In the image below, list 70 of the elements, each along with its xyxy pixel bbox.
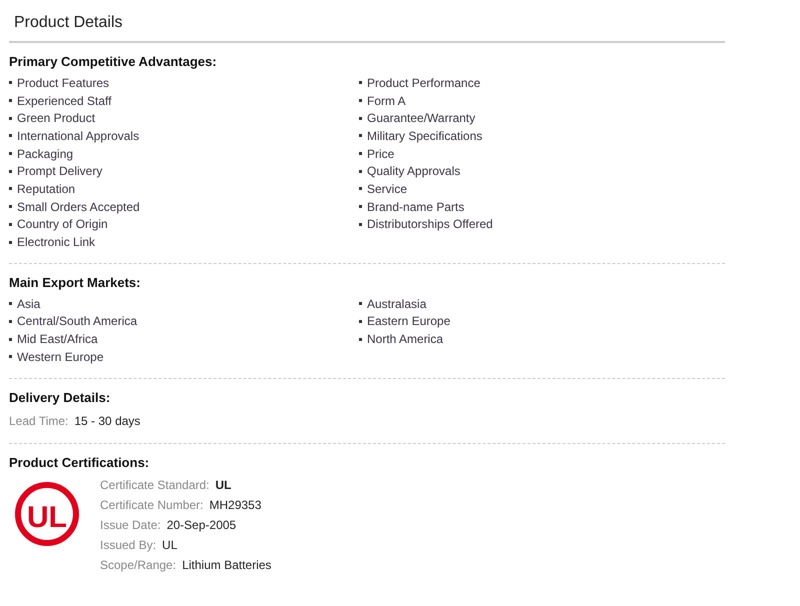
field-label: Issued By: — [100, 538, 156, 552]
field-label: Lead Time: — [9, 414, 68, 428]
bullet-icon — [9, 320, 12, 323]
bullet-icon — [9, 355, 12, 358]
bullet-icon — [9, 116, 12, 120]
bullet-icon — [9, 81, 12, 84]
section-heading: Main Export Markets: — [9, 274, 142, 290]
field-value: 20-Sep-2005 — [166, 518, 236, 532]
bullet-icon — [9, 99, 12, 102]
list-item: Small Orders Accepted — [17, 200, 140, 214]
bullet-icon — [359, 116, 362, 120]
bullet-icon — [359, 302, 362, 306]
bullet-icon — [359, 134, 362, 138]
list-item: North America — [367, 332, 444, 346]
field-value: UL — [162, 538, 178, 552]
list-item: Australasia — [367, 296, 426, 311]
bullet-icon — [9, 205, 12, 208]
list-item: Asia — [17, 296, 40, 311]
list-item: Mid East/Africa — [17, 332, 98, 346]
field-label: Certificate Number: — [100, 498, 204, 512]
list-item: Reputation — [17, 182, 76, 196]
bullet-icon — [9, 134, 12, 138]
page-title: Product Details — [9, 10, 725, 43]
list-item: Military Specifications — [367, 128, 482, 143]
bullet-icon — [359, 99, 362, 102]
list-item: Western Europe — [17, 350, 104, 364]
list-item: International Approvals — [17, 128, 140, 143]
list-item: Electronic Link — [17, 235, 96, 250]
certification-logo: UL — [14, 480, 80, 547]
list-item: Price — [367, 146, 394, 161]
list-item: Product Performance — [367, 76, 480, 90]
bullet-icon — [9, 222, 12, 226]
list-item: Green Product — [17, 111, 96, 126]
list-item: Country of Origin — [17, 217, 108, 232]
bullet-icon — [359, 170, 362, 173]
list-item: Brand-name Parts — [367, 200, 464, 214]
field-value: Lithium Batteries — [182, 558, 272, 572]
bullet-icon — [9, 302, 12, 306]
list-item: Guarantee/Warranty — [367, 111, 476, 126]
list-item: Service — [367, 182, 408, 196]
list-item: Form A — [367, 94, 406, 108]
list-item: Distributorships Offered — [367, 217, 493, 232]
bullet-icon — [359, 338, 362, 341]
list-item: Eastern Europe — [367, 314, 450, 328]
field-label: Certificate Standard: — [100, 478, 210, 492]
field-value: MH29353 — [209, 498, 262, 512]
section-heading: Delivery Details: — [9, 390, 112, 405]
field-value: UL — [215, 478, 232, 492]
list-item: Quality Approvals — [367, 164, 460, 178]
section-heading: Primary Competitive Advantages: — [9, 54, 218, 69]
list-item: Product Features — [17, 76, 110, 90]
field-label: Scope/Range: — [100, 558, 176, 572]
bullet-icon — [359, 205, 362, 208]
bullet-icon — [359, 320, 362, 323]
list-item: Packaging — [17, 146, 74, 161]
bullet-icon — [359, 81, 362, 84]
bullet-icon — [359, 152, 362, 156]
bullet-icon — [9, 240, 12, 244]
bullet-icon — [359, 187, 362, 190]
bullet-icon — [9, 170, 12, 173]
list-item: Central/South America — [17, 314, 138, 328]
bullet-icon — [9, 187, 12, 190]
bullet-icon — [359, 222, 362, 226]
bullet-icon — [9, 152, 12, 156]
list-item: Prompt Delivery — [17, 164, 102, 178]
field-value: 15 - 30 days — [74, 414, 140, 428]
field-label: Issue Date: — [100, 518, 161, 532]
section-heading: Product Certifications: — [9, 454, 150, 470]
bullet-icon — [9, 338, 12, 341]
list-item: Experienced Staff — [17, 94, 112, 108]
